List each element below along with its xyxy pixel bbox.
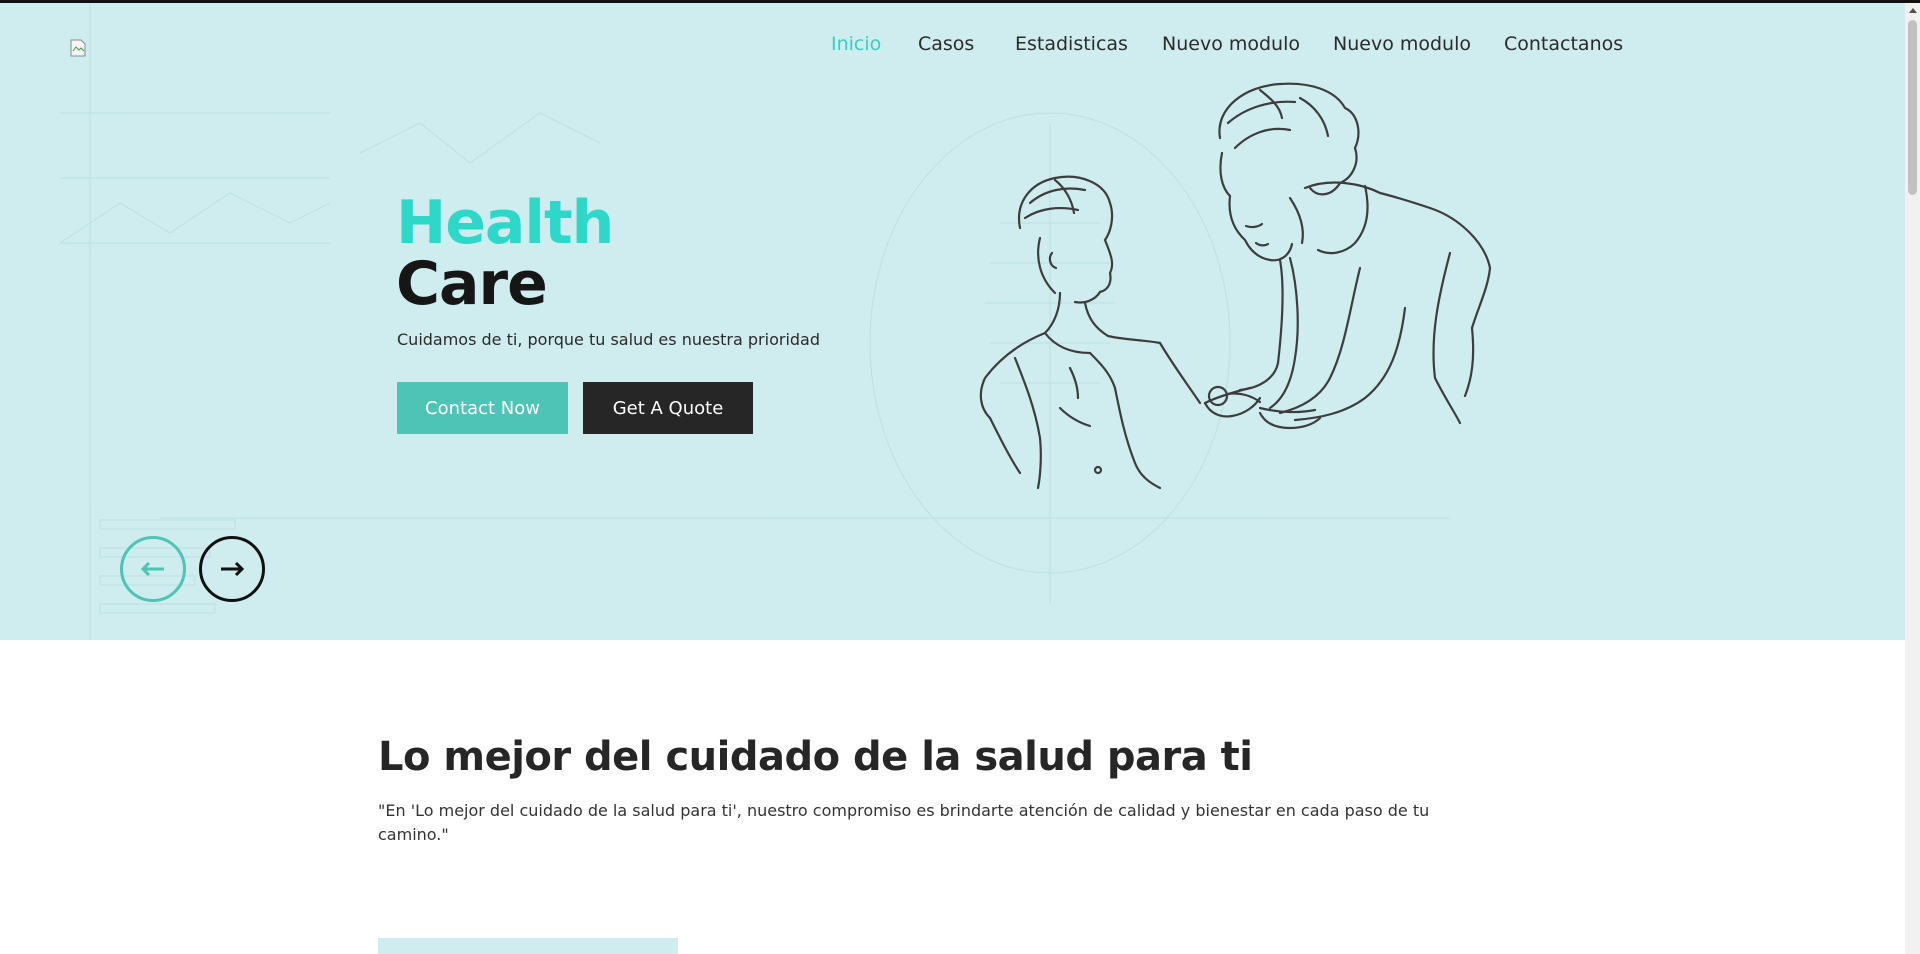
section-title: Lo mejor del cuidado de la salud para ti [378,734,1253,780]
get-a-quote-button[interactable]: Get A Quote [583,382,753,434]
nav-item-contactanos[interactable]: Contactanos [1504,33,1623,55]
nav-item-casos[interactable]: Casos [918,33,974,55]
hero-title-care: Care [396,249,548,319]
section-quote: "En 'Lo mejor del cuidado de la salud pa… [378,801,1430,844]
nav-item-inicio[interactable]: Inicio [831,33,881,55]
nav-item-nuevo-modulo-1[interactable]: Nuevo modulo [1162,33,1300,55]
contact-now-button[interactable]: Contact Now [397,382,568,434]
scrollbar-thumb[interactable] [1908,20,1917,195]
arrow-right-icon [221,562,245,576]
hero-tagline: Cuidamos de ti, porque tu salud es nuest… [397,330,821,349]
hero-title-health: Health [396,188,614,258]
slider-prev-button[interactable] [120,536,186,602]
doctor-patient-illustration [979,82,1492,490]
scroll-up-icon[interactable] [1905,3,1920,18]
site-logo[interactable] [70,39,86,57]
nav-item-nuevo-modulo-2[interactable]: Nuevo modulo [1333,33,1471,55]
teaser-card [378,938,678,954]
window-top-border [0,0,1920,3]
hero-banner: Inicio Casos Estadisticas Nuevo modulo N… [0,3,1905,640]
nav-item-estadisticas[interactable]: Estadisticas [1015,33,1128,55]
hero-background-pattern [59,3,1450,640]
slider-next-button[interactable] [199,536,265,602]
arrow-left-icon [140,562,164,576]
page-scrollbar[interactable] [1905,3,1920,954]
